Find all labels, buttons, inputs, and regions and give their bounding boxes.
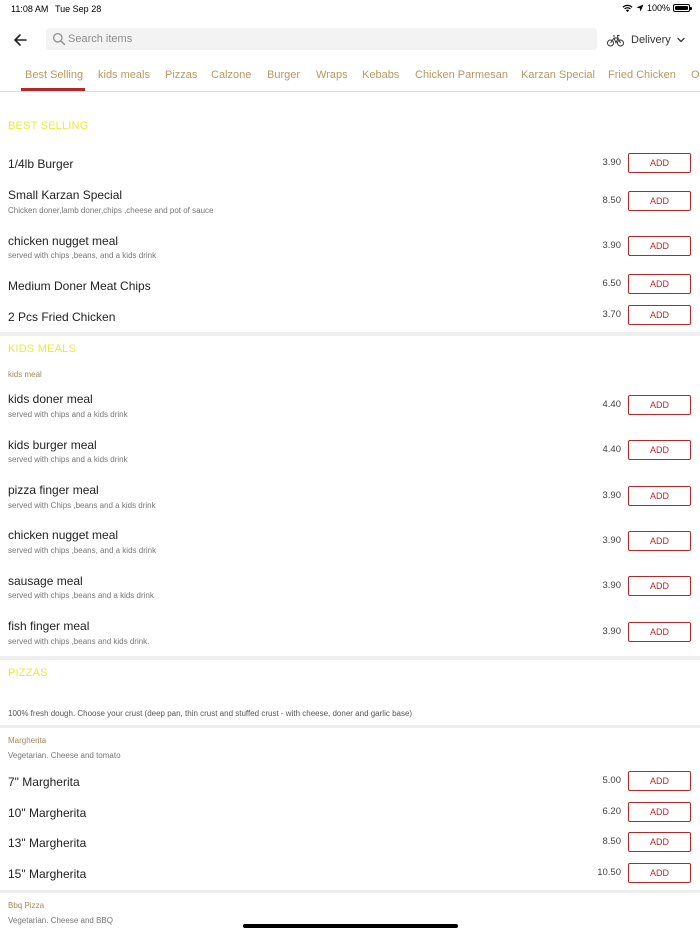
item-name: pizza finger meal: [8, 483, 99, 497]
item-description: served with chips ,beans, and a kids dri…: [8, 546, 157, 555]
status-indicators: 100%: [622, 3, 692, 13]
section-title-pizzas: PIZZAS: [8, 667, 48, 679]
item-description: served with chips ,beans and a kids drin…: [8, 591, 154, 600]
item-description: Chicken doner,lamb doner,chips ,cheese a…: [8, 206, 214, 215]
search-input[interactable]: [68, 28, 588, 50]
item-price: 5.00: [602, 775, 622, 786]
add-button[interactable]: ADD: [628, 771, 691, 791]
section-divider: [0, 332, 700, 336]
status-date: Tue Sep 28: [55, 4, 102, 14]
tab-karzan-special[interactable]: Karzan Special: [521, 69, 595, 81]
add-button[interactable]: ADD: [628, 236, 691, 256]
item-price: 3.70: [602, 309, 622, 320]
item-price: 8.50: [602, 836, 622, 847]
item-name: 13" Margherita: [8, 836, 87, 850]
add-button[interactable]: ADD: [628, 622, 691, 642]
category-tabs: Best Selling kids meals Pizzas Calzone B…: [0, 62, 700, 92]
item-price: 3.90: [602, 535, 622, 546]
item-name: Medium Doner Meat Chips: [8, 279, 151, 293]
add-button[interactable]: ADD: [628, 395, 691, 415]
item-price: 6.20: [602, 806, 622, 817]
item-group-description: Vegetarian. Cheese and tomato: [8, 751, 121, 760]
item-description: served with chips and a kids drink: [8, 455, 128, 464]
tab-others[interactable]: Ot: [691, 69, 700, 81]
section-info: 100% fresh dough. Choose your crust (dee…: [8, 709, 413, 718]
item-group-name: Margherita: [8, 736, 47, 745]
delivery-selector[interactable]: Delivery: [607, 29, 686, 51]
item-name: 2 Pcs Fried Chicken: [8, 310, 116, 324]
item-price: 8.50: [602, 195, 622, 206]
item-description: served with Chips ,beans and a kids drin…: [8, 501, 156, 510]
tab-fried-chicken[interactable]: Fried Chicken: [608, 69, 676, 81]
item-price: 10.50: [597, 867, 621, 878]
item-name: kids doner meal: [8, 392, 93, 406]
item-name: sausage meal: [8, 574, 83, 588]
item-price: 3.90: [602, 626, 622, 637]
item-name: chicken nugget meal: [8, 528, 119, 542]
chevron-down-icon: [677, 37, 685, 43]
item-name: 15" Margherita: [8, 867, 87, 881]
item-name: 10" Margherita: [8, 806, 87, 820]
subcategory-label: kids meal: [8, 370, 42, 379]
item-name: kids burger meal: [8, 438, 97, 452]
section-title-kids-meals: KIDS MEALS: [8, 343, 77, 355]
add-button[interactable]: ADD: [628, 863, 691, 883]
add-button[interactable]: ADD: [628, 832, 691, 852]
item-price: 3.90: [602, 240, 622, 251]
section-title-best-selling: BEST SELLING: [8, 120, 89, 132]
add-button[interactable]: ADD: [628, 802, 691, 822]
item-price: 3.90: [602, 157, 622, 168]
home-indicator[interactable]: [243, 924, 458, 928]
add-button[interactable]: ADD: [628, 576, 691, 596]
tab-kids-meals[interactable]: kids meals: [98, 69, 150, 81]
wifi-icon: [622, 4, 633, 12]
item-price: 4.40: [602, 399, 622, 410]
tab-best-selling[interactable]: Best Selling: [25, 69, 83, 81]
item-name: Small Karzan Special: [8, 188, 123, 202]
add-button[interactable]: ADD: [628, 440, 691, 460]
tab-kebabs[interactable]: Kebabs: [362, 69, 399, 81]
tab-burger[interactable]: Burger: [267, 69, 300, 81]
item-description: served with chips ,beans, and a kids dri…: [8, 251, 157, 260]
group-divider: [0, 890, 700, 893]
add-button[interactable]: ADD: [628, 531, 691, 551]
item-price: 3.90: [602, 490, 622, 501]
status-time: 11:08 AM: [11, 4, 49, 14]
search-icon: [52, 32, 66, 46]
section-divider: [0, 656, 700, 660]
battery-icon: [673, 4, 692, 12]
tab-chicken-parmesan[interactable]: Chicken Parmesan: [415, 69, 508, 81]
item-name: 1/4lb Burger: [8, 157, 74, 171]
active-tab-indicator: [21, 88, 85, 91]
item-price: 6.50: [602, 278, 622, 289]
bicycle-icon: [607, 34, 624, 46]
status-bar: 11:08 AM Tue Sep 28 100%: [0, 0, 700, 18]
location-arrow-icon: [636, 4, 644, 12]
item-group-name: Bbq Pizza: [8, 901, 45, 910]
battery-percent: 100%: [646, 3, 670, 13]
item-price: 4.40: [602, 444, 622, 455]
item-name: fish finger meal: [8, 619, 90, 633]
add-button[interactable]: ADD: [628, 191, 691, 211]
item-name: 7" Margherita: [8, 775, 80, 789]
item-name: chicken nugget meal: [8, 234, 119, 248]
item-description: served with chips and a kids drink: [8, 410, 128, 419]
item-group-description: Vegetarian. Cheese and BBQ: [8, 916, 113, 925]
add-button[interactable]: ADD: [628, 486, 691, 506]
add-button[interactable]: ADD: [628, 153, 691, 173]
add-button[interactable]: ADD: [628, 274, 691, 294]
tab-wraps[interactable]: Wraps: [316, 69, 348, 81]
item-description: served with chips ,beans and kids drink.: [8, 637, 150, 646]
header: Delivery: [0, 26, 700, 54]
tab-pizzas[interactable]: Pizzas: [165, 69, 197, 81]
back-button[interactable]: [10, 29, 32, 51]
tab-calzone[interactable]: Calzone: [211, 69, 251, 81]
delivery-label: Delivery: [631, 34, 671, 46]
item-price: 3.90: [602, 580, 622, 591]
group-divider: [0, 725, 700, 728]
search-bar: [46, 28, 597, 50]
back-arrow-icon: [14, 34, 27, 46]
add-button[interactable]: ADD: [628, 305, 691, 325]
